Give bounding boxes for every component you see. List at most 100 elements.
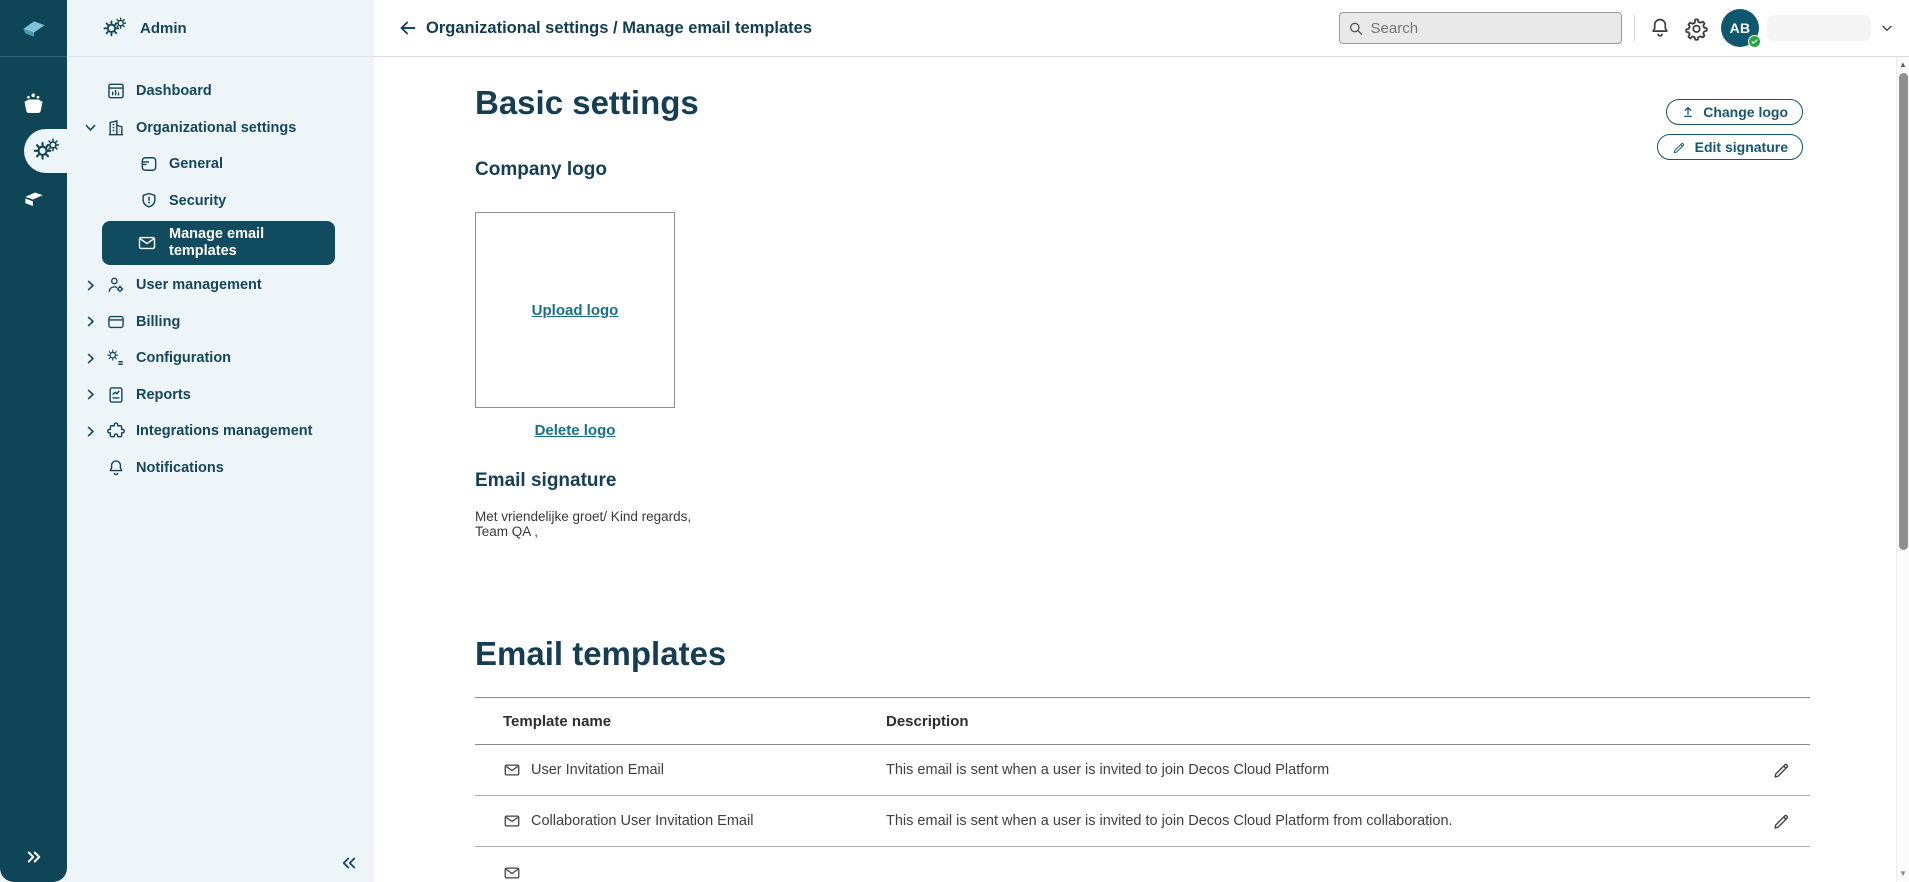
- template-description: This email is sent when a user is invite…: [886, 762, 1330, 778]
- product-logo-icon[interactable]: [0, 12, 67, 42]
- chevron-right-icon[interactable]: [81, 349, 99, 367]
- delete-logo-link[interactable]: Delete logo: [535, 422, 616, 439]
- sidebar-item-label: Configuration: [136, 350, 232, 367]
- dashboard-icon: [106, 81, 126, 101]
- page-actions: Change logo Edit signature: [1656, 99, 1803, 160]
- sidebar-item-security[interactable]: Security: [67, 183, 374, 220]
- edit-signature-label: Edit signature: [1694, 139, 1788, 155]
- sidebar-header: Admin: [67, 0, 374, 57]
- left-navigation-region: Admin Dashboard Organizational settings: [0, 0, 374, 882]
- search-box[interactable]: [1339, 12, 1622, 44]
- email-templates-heading: Email templates: [475, 635, 727, 672]
- content-region: Organizational settings / Manage email t…: [374, 0, 1909, 882]
- page-title: Basic settings: [475, 84, 699, 121]
- chevron-slot: [81, 82, 99, 100]
- user-profile[interactable]: AB: [1721, 9, 1761, 48]
- sidebar-item-label: User management: [136, 277, 262, 294]
- report-icon: [106, 385, 126, 405]
- mail-icon: [137, 233, 157, 253]
- change-logo-label: Change logo: [1703, 104, 1788, 120]
- column-header-description: Description: [886, 712, 969, 730]
- sidebar-item-integrations-management[interactable]: Integrations management: [67, 413, 374, 450]
- mail-icon: [503, 812, 521, 830]
- company-logo-dropzone[interactable]: Upload logo: [475, 212, 675, 408]
- search-icon: [1349, 22, 1363, 35]
- chevron-right-icon[interactable]: [81, 313, 99, 331]
- sidebar-title: Admin: [140, 19, 187, 37]
- chevron-right-icon[interactable]: [81, 422, 99, 440]
- signature-line-1: Met vriendelijke groet/ Kind regards,: [475, 509, 692, 524]
- email-signature-text: Met vriendelijke groet/ Kind regards, Te…: [475, 509, 691, 539]
- sidebar-item-user-management[interactable]: User management: [67, 267, 374, 304]
- sidebar-item-reports[interactable]: Reports: [67, 377, 374, 414]
- table-row-partial[interactable]: [475, 847, 1810, 882]
- table-header: Template name Description: [475, 697, 1810, 745]
- workspaces-icon[interactable]: [0, 91, 67, 118]
- settings-gear-icon[interactable]: [1683, 15, 1709, 41]
- breadcrumb: Organizational settings / Manage email t…: [426, 18, 813, 37]
- card-icon: [139, 154, 159, 174]
- sidebar-item-notifications[interactable]: Notifications: [67, 450, 374, 487]
- sidebar-item-label: Organizational settings: [136, 119, 297, 136]
- sidebar-item-label: Dashboard: [136, 83, 212, 100]
- back-button[interactable]: [396, 16, 420, 40]
- edit-signature-button[interactable]: Edit signature: [1656, 134, 1803, 160]
- search-input[interactable]: [1370, 19, 1613, 37]
- upload-icon: [1684, 106, 1693, 118]
- column-header-template-name: Template name: [503, 712, 612, 730]
- main-content: Basic settings Change logo Edit signatur…: [374, 57, 1909, 882]
- sidebar-item-label: Manage email templates: [169, 226, 265, 259]
- admin-gears-icon: [103, 17, 126, 40]
- sidebar-nav: Dashboard Organizational settings Genera…: [67, 57, 374, 486]
- mail-icon: [503, 864, 521, 882]
- sidebar-item-manage-email-templates[interactable]: Manage email templates: [102, 221, 335, 265]
- scroll-down-arrow-icon[interactable]: ▼: [1897, 869, 1909, 879]
- rail-divider: [0, 56, 67, 57]
- pencil-icon: [1672, 140, 1687, 155]
- sidebar-item-configuration[interactable]: Configuration: [67, 340, 374, 377]
- table-row[interactable]: Collaboration User Invitation Email This…: [475, 796, 1810, 847]
- documents-icon[interactable]: [0, 186, 67, 212]
- admin-gears-icon: [33, 138, 59, 164]
- company-logo-heading: Company logo: [475, 159, 607, 180]
- email-templates-table: Template name Description User Invitatio…: [475, 697, 1810, 882]
- status-check-badge: [1748, 35, 1761, 48]
- gear-sliders-icon: [106, 348, 126, 368]
- topbar-divider: [1634, 15, 1635, 41]
- change-logo-button[interactable]: Change logo: [1666, 99, 1803, 125]
- table-row[interactable]: User Invitation Email This email is sent…: [475, 745, 1810, 796]
- scroll-up-arrow-icon[interactable]: ▲: [1897, 60, 1909, 70]
- sidebar: Admin Dashboard Organizational settings: [67, 0, 374, 882]
- collapse-sidebar-button[interactable]: [338, 854, 360, 872]
- scrollbar-thumb[interactable]: [1899, 73, 1908, 550]
- credit-card-icon: [106, 312, 126, 332]
- mail-icon: [503, 761, 521, 779]
- chevron-right-icon[interactable]: [81, 276, 99, 294]
- chevron-right-icon[interactable]: [81, 386, 99, 404]
- app-rail: [0, 0, 67, 882]
- edit-template-pencil-icon[interactable]: [1772, 811, 1792, 831]
- edit-template-pencil-icon[interactable]: [1772, 760, 1792, 780]
- sidebar-item-billing[interactable]: Billing: [67, 304, 374, 341]
- sidebar-item-label: Integrations management: [136, 423, 313, 440]
- expand-rail-button[interactable]: [0, 848, 67, 866]
- username-redacted: [1767, 15, 1871, 41]
- bell-icon: [106, 458, 126, 478]
- vertical-scrollbar[interactable]: ▲ ▼: [1896, 57, 1909, 882]
- chevron-slot: [81, 459, 99, 477]
- email-signature-heading: Email signature: [475, 470, 617, 491]
- shield-icon: [139, 191, 159, 211]
- admin-rail-item-selected[interactable]: [24, 129, 67, 173]
- signature-line-2: Team QA ,: [475, 524, 539, 539]
- sidebar-item-label: Security: [169, 192, 227, 209]
- notifications-bell-icon[interactable]: [1647, 15, 1673, 41]
- sidebar-item-label: General: [169, 156, 223, 173]
- upload-logo-link[interactable]: Upload logo: [532, 302, 619, 319]
- topbar: Organizational settings / Manage email t…: [374, 0, 1909, 57]
- sidebar-item-organizational-settings[interactable]: Organizational settings: [67, 110, 374, 147]
- sidebar-item-general[interactable]: General: [67, 146, 374, 183]
- sidebar-item-dashboard[interactable]: Dashboard: [67, 73, 374, 110]
- template-name: User Invitation Email: [531, 762, 664, 778]
- profile-chevron-down-icon[interactable]: [1879, 20, 1895, 36]
- chevron-down-icon[interactable]: [81, 119, 99, 137]
